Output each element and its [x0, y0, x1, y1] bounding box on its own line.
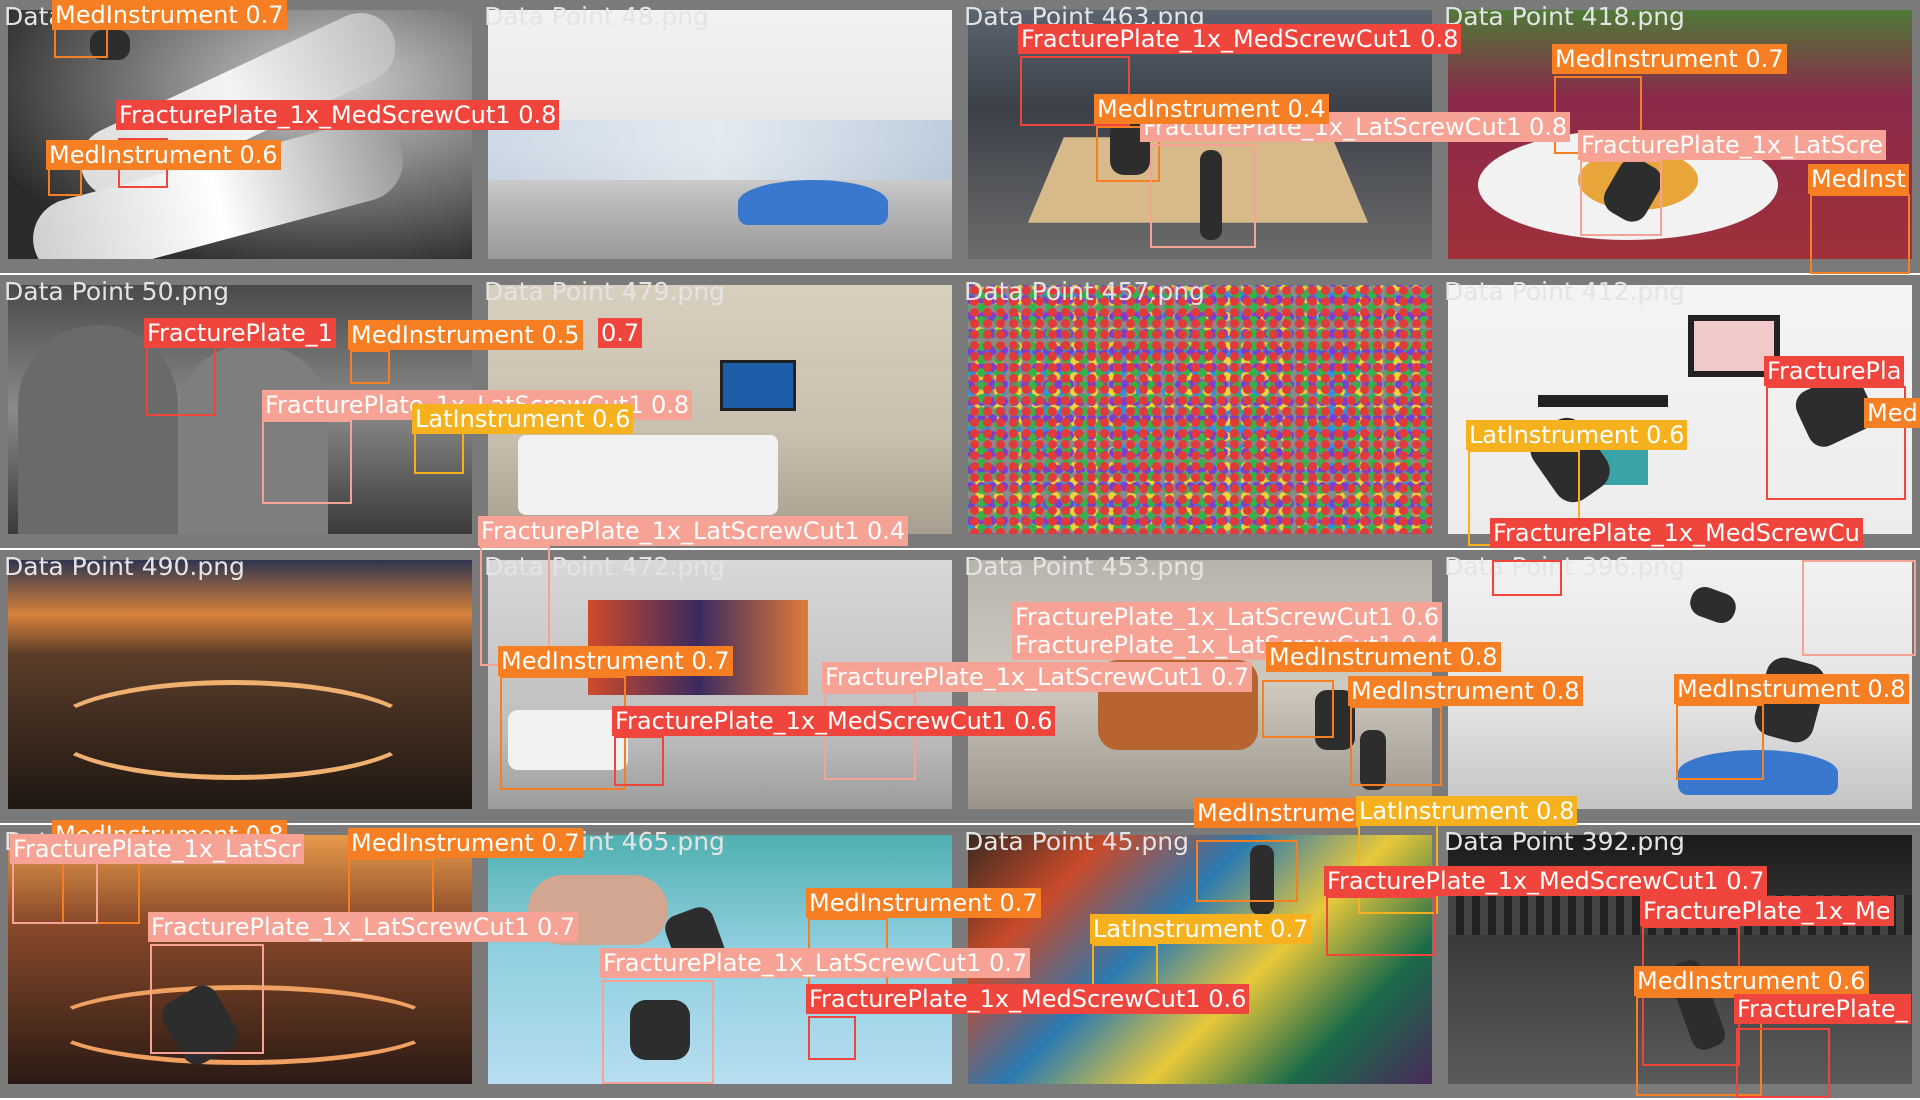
photo-leather-chair	[968, 560, 1432, 809]
photo-conference-table	[968, 10, 1432, 259]
tile-data-point-396: Data Point 396.png	[1440, 550, 1920, 823]
tile-title: Data Point 472.png	[484, 552, 725, 581]
photo-hospital-room	[488, 285, 952, 534]
tile-data-point-453: Data Point 453.png	[960, 550, 1440, 823]
tile-data-point-48: Data Point 48.png	[480, 0, 960, 273]
photo-surgery-drapes	[488, 835, 952, 1084]
tile-title: Data Point 48.png	[484, 2, 709, 31]
tile-title: Data Point 392.png	[1444, 827, 1685, 856]
photo-lounge-blue-chair	[1448, 560, 1912, 809]
photo-road-sunset	[8, 835, 472, 1084]
tile-data-point-412: Data Point 412.png	[1440, 275, 1920, 548]
tile-title: Data Point 457.png	[964, 277, 1205, 306]
photo-surgery-team	[8, 285, 472, 534]
photo-colorful-dots	[968, 285, 1432, 534]
tile-data-point-50: Data Point 50.png	[0, 275, 480, 548]
tile-title: Data Point 60.png	[4, 2, 229, 31]
tile-data-point-469: Data Point 469.png	[0, 825, 480, 1098]
tile-data-point-457: Data Point 457.png	[960, 275, 1440, 548]
tile-data-point-465: Data Point 465.png	[480, 825, 960, 1098]
photo-dark-hall	[1448, 835, 1912, 1084]
tile-title: Data Point 490.png	[4, 552, 245, 581]
photo-living-room-art	[488, 560, 952, 809]
tile-data-point-490: Data Point 490.png	[0, 550, 480, 823]
detection-grid-canvas: Data Point 60.png Data Point 48.png Data…	[0, 0, 1920, 1100]
tile-title: Data Point 418.png	[1444, 2, 1685, 31]
tile-title: Data Point 453.png	[964, 552, 1205, 581]
photo-fruit-plate	[1448, 10, 1912, 259]
tile-title: Data Point 469.png	[4, 827, 245, 856]
photo-paint-brushes	[968, 835, 1432, 1084]
photo-hand-xray	[8, 10, 472, 259]
tile-data-point-45: Data Point 45.png	[960, 825, 1440, 1098]
tile-title: Data Point 50.png	[4, 277, 229, 306]
photo-wall-shelves	[1448, 285, 1912, 534]
tile-title: Data Point 396.png	[1444, 552, 1685, 581]
tile-title: Data Point 45.png	[964, 827, 1189, 856]
tile-data-point-472: Data Point 472.png	[480, 550, 960, 823]
tile-data-point-392: Data Point 392.png	[1440, 825, 1920, 1098]
tile-data-point-463: Data Point 463.png	[960, 0, 1440, 273]
tile-title: Data Point 465.png	[484, 827, 725, 856]
tile-title: Data Point 479.png	[484, 277, 725, 306]
tile-title: Data Point 463.png	[964, 2, 1205, 31]
tile-title: Data Point 412.png	[1444, 277, 1685, 306]
tile-data-point-418: Data Point 418.png	[1440, 0, 1920, 273]
tile-data-point-479: Data Point 479.png	[480, 275, 960, 548]
photo-office-lounge	[488, 10, 952, 259]
tile-data-point-60: Data Point 60.png	[0, 0, 480, 273]
photo-night-road	[8, 560, 472, 809]
